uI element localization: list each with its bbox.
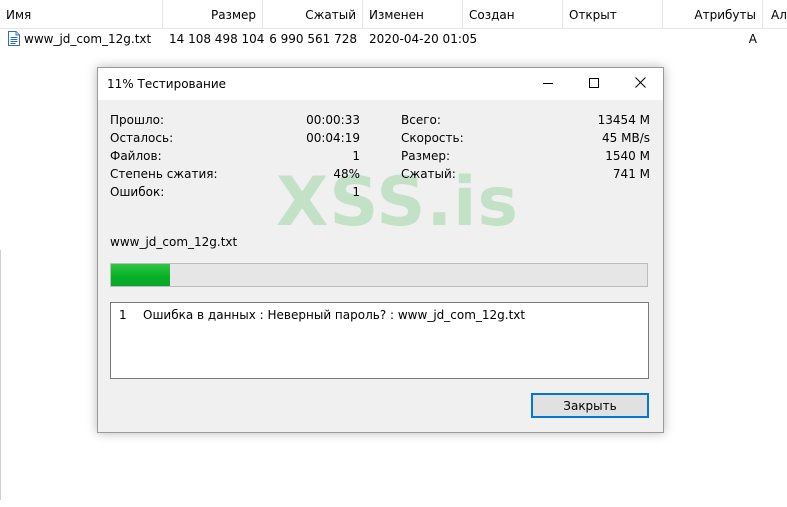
message-text: Ошибка в данных : Неверный пароль? : www… <box>143 308 526 322</box>
stat-ratio-label: Степень сжатия: <box>110 167 218 181</box>
column-header-name[interactable]: Имя <box>0 0 163 28</box>
maximize-icon <box>589 77 599 91</box>
stat-ratio-value: 48% <box>333 167 360 181</box>
column-header-accessed[interactable]: Открыт <box>563 0 663 28</box>
stat-errors-value: 1 <box>352 185 360 199</box>
column-header-attributes[interactable]: Атрибуты <box>663 0 763 28</box>
file-name: www_jd_com_12g.txt <box>24 32 152 46</box>
file-modified: 2020-04-20 01:05 <box>369 32 478 46</box>
progress-bar <box>110 263 648 287</box>
stat-total-value: 13454 M <box>597 113 650 127</box>
minimize-icon <box>543 77 553 91</box>
stat-files-value: 1 <box>352 149 360 163</box>
column-header-packed[interactable]: Сжатый <box>263 0 363 28</box>
close-button[interactable]: Закрыть <box>531 393 649 418</box>
stat-packed-label: Сжатый: <box>401 167 456 181</box>
close-window-button[interactable] <box>617 68 663 100</box>
stat-size-label: Размер: <box>401 149 451 163</box>
stat-elapsed-value: 00:00:33 <box>306 113 360 127</box>
stat-speed-label: Скорость: <box>401 131 464 145</box>
file-size: 14 108 498 104 <box>169 32 265 46</box>
watermark-text: XSS.is <box>276 163 519 242</box>
progress-bar-fill <box>111 264 170 286</box>
file-accessed <box>563 29 663 49</box>
maximize-button[interactable] <box>571 68 617 100</box>
stat-packed-value: 741 M <box>612 167 650 181</box>
stat-speed-value: 45 MB/s <box>602 131 650 145</box>
stat-size-value: 1540 M <box>605 149 650 163</box>
test-progress-dialog: 11% Тестирование XSS.is Прошло: 00:00:33… <box>97 67 664 433</box>
file-attributes: A <box>748 32 757 46</box>
current-file-name: www_jd_com_12g.txt <box>110 235 238 249</box>
stat-remaining-value: 00:04:19 <box>306 131 360 145</box>
stat-total-label: Всего: <box>401 113 441 127</box>
message-list[interactable]: 1 Ошибка в данных : Неверный пароль? : w… <box>110 302 649 379</box>
file-row[interactable]: www_jd_com_12g.txt 14 108 498 104 6 990 … <box>0 29 787 49</box>
left-edge-divider <box>0 250 3 500</box>
column-header-alt[interactable]: Ал <box>763 0 787 28</box>
stat-files-label: Файлов: <box>110 149 162 163</box>
minimize-button[interactable] <box>525 68 571 100</box>
close-icon <box>634 77 646 91</box>
column-header-size[interactable]: Размер <box>163 0 263 28</box>
file-created <box>463 29 563 49</box>
column-header-created[interactable]: Создан <box>463 0 563 28</box>
stat-remaining-label: Осталось: <box>110 131 174 145</box>
dialog-titlebar[interactable]: 11% Тестирование <box>98 68 663 100</box>
stat-elapsed-label: Прошло: <box>110 113 165 127</box>
column-header-modified[interactable]: Изменен <box>363 0 463 28</box>
file-list-header: Имя Размер Сжатый Изменен Создан Открыт … <box>0 0 787 29</box>
stat-errors-label: Ошибок: <box>110 185 165 199</box>
message-number: 1 <box>119 308 127 322</box>
dialog-title: 11% Тестирование <box>107 77 226 91</box>
file-packed-size: 6 990 561 728 <box>269 32 357 46</box>
